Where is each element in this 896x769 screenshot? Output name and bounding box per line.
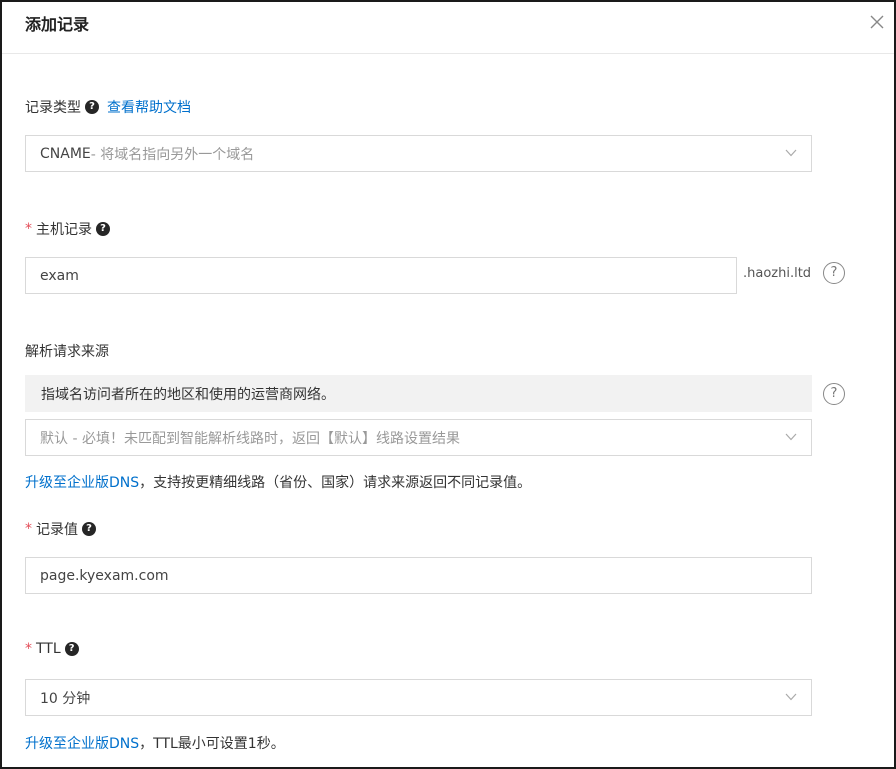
host-record-label-row: * 主机记录 ?: [25, 219, 110, 239]
upgrade-enterprise-link[interactable]: 升级至企业版DNS: [25, 475, 139, 491]
host-record-label: 主机记录: [36, 222, 92, 238]
required-mark: *: [25, 641, 32, 657]
record-type-label-row: 记录类型 ? 查看帮助文档: [25, 97, 191, 117]
domain-suffix: .haozhi.ltd: [743, 266, 812, 281]
ttl-value: 10 分钟: [40, 690, 91, 707]
dialog-header: 添加记录: [2, 2, 894, 54]
resolve-source-info: 指域名访问者所在的地区和使用的运营商网络。: [25, 375, 812, 412]
resolve-source-info-text: 指域名访问者所在的地区和使用的运营商网络。: [41, 386, 335, 403]
question-icon[interactable]: ?: [96, 222, 110, 236]
record-value-value: page.kyexam.com: [40, 567, 169, 584]
host-record-value: exam: [40, 267, 79, 284]
question-icon[interactable]: ?: [85, 100, 99, 114]
record-type-select[interactable]: CNAME - 将域名指向另外一个域名: [25, 135, 812, 172]
record-value-label: 记录值: [36, 522, 78, 538]
required-mark: *: [25, 521, 32, 537]
ttl-select[interactable]: 10 分钟: [25, 679, 812, 716]
dialog-title: 添加记录: [25, 15, 90, 34]
help-doc-link[interactable]: 查看帮助文档: [107, 97, 191, 117]
required-mark: *: [25, 221, 32, 237]
resolve-source-label: 解析请求来源: [25, 344, 109, 360]
ttl-upgrade-text: ，TTL最小可设置1秒。: [139, 736, 285, 752]
resolve-source-select[interactable]: 默认 - 必填！未匹配到智能解析线路时，返回【默认】线路设置结果: [25, 419, 812, 456]
chevron-down-icon: [785, 149, 797, 157]
chevron-down-icon: [785, 433, 797, 441]
add-record-dialog: 添加记录 记录类型 ? 查看帮助文档 CNAME - 将域名指向另外一个域名 *…: [0, 0, 896, 769]
resolve-source-upgrade-note: 升级至企业版DNS，支持按更精细线路（省份、国家）请求来源返回不同记录值。: [25, 472, 531, 492]
ttl-upgrade-note: 升级至企业版DNS，TTL最小可设置1秒。: [25, 733, 285, 753]
upgrade-enterprise-link[interactable]: 升级至企业版DNS: [25, 736, 139, 752]
record-value-label-row: * 记录值 ?: [25, 519, 96, 539]
record-type-desc: - 将域名指向另外一个域名: [90, 146, 255, 163]
close-icon[interactable]: [867, 12, 887, 32]
question-icon[interactable]: ?: [82, 522, 96, 536]
chevron-down-icon: [785, 693, 797, 701]
ttl-label-row: * TTL ?: [25, 641, 79, 657]
resolve-source-help-icon[interactable]: ?: [823, 383, 845, 405]
resolve-source-upgrade-text: ，支持按更精细线路（省份、国家）请求来源返回不同记录值。: [139, 475, 532, 491]
host-record-input[interactable]: exam: [25, 257, 737, 294]
resolve-source-value: 默认 - 必填！未匹配到智能解析线路时，返回【默认】线路设置结果: [40, 430, 460, 447]
record-type-value: CNAME: [40, 145, 91, 162]
record-type-label: 记录类型: [25, 100, 81, 116]
record-value-input[interactable]: page.kyexam.com: [25, 557, 812, 594]
host-record-help-icon[interactable]: ?: [823, 262, 845, 284]
ttl-label: TTL: [36, 641, 61, 657]
resolve-source-label-row: 解析请求来源: [25, 341, 109, 361]
question-icon[interactable]: ?: [64, 642, 79, 656]
